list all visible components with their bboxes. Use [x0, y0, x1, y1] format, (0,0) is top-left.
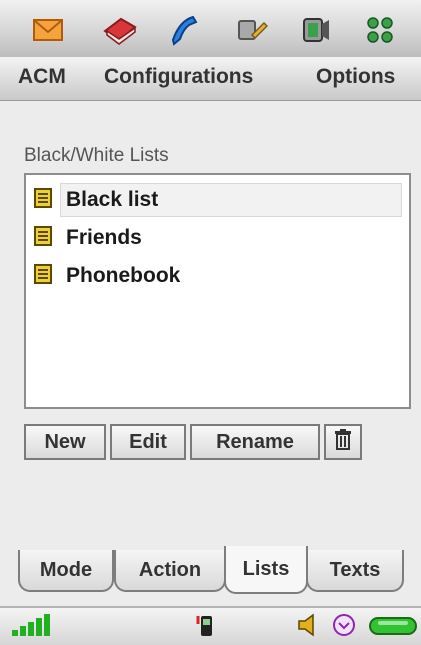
envelope-icon[interactable] — [28, 12, 68, 48]
tab-mode[interactable]: Mode — [18, 550, 114, 592]
apps-grid-icon[interactable] — [360, 12, 400, 48]
list-item-friends[interactable]: Friends — [32, 219, 402, 257]
lists-listbox[interactable]: Black list Friends Phonebook — [24, 173, 411, 409]
tab-texts[interactable]: Texts — [306, 550, 404, 592]
tab-action[interactable]: Action — [114, 550, 226, 592]
tab-lists[interactable]: Lists — [224, 546, 308, 594]
settings-tools-icon[interactable] — [232, 12, 272, 48]
list-icon — [32, 263, 54, 290]
list-item-label: Friends — [66, 226, 142, 249]
menu-acm[interactable]: ACM — [18, 65, 66, 89]
list-icon — [32, 225, 54, 252]
speaker-icon — [297, 613, 317, 642]
trash-icon — [333, 428, 353, 456]
rename-button[interactable]: Rename — [190, 424, 320, 460]
main-panel: Black/White Lists Black list Friends Pho… — [0, 101, 421, 546]
phone-handset-icon[interactable] — [163, 12, 203, 48]
clock-icon — [332, 613, 356, 642]
list-item-black-list[interactable]: Black list — [32, 181, 402, 219]
list-item-phonebook[interactable]: Phonebook — [32, 257, 402, 295]
handset-icon — [196, 612, 214, 643]
section-title: Black/White Lists — [24, 145, 169, 166]
bottom-tabs: Mode Action Lists Texts — [0, 546, 421, 603]
edit-button[interactable]: Edit — [110, 424, 186, 460]
list-icon — [32, 187, 54, 214]
delete-button[interactable] — [324, 424, 362, 460]
status-bar — [0, 606, 421, 645]
book-icon[interactable] — [100, 12, 140, 48]
media-player-icon[interactable] — [296, 12, 336, 48]
list-item-label: Black list — [60, 183, 402, 217]
app-toolbar — [0, 0, 421, 57]
menu-configurations[interactable]: Configurations — [104, 65, 253, 89]
battery-icon — [368, 616, 418, 641]
menu-bar: ACM Configurations Options — [0, 57, 421, 101]
menu-options[interactable]: Options — [316, 65, 395, 89]
signal-strength-icon — [10, 614, 54, 643]
new-button[interactable]: New — [24, 424, 106, 460]
list-item-label: Phonebook — [66, 264, 181, 287]
